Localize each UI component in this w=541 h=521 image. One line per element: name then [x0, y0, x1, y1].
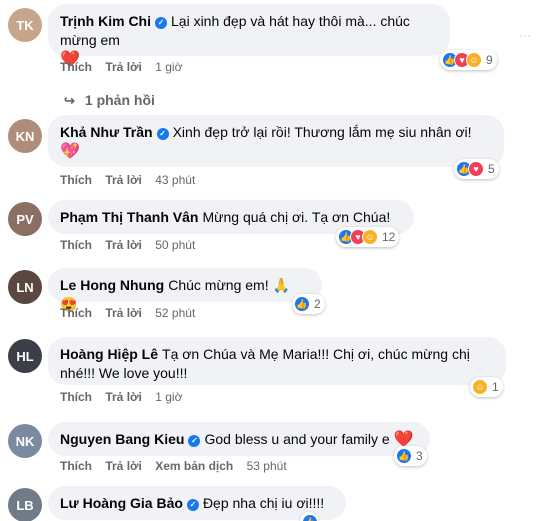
like-button[interactable]: Thích: [60, 60, 92, 74]
comment-actions: Thích Trả lời 1 giờ: [60, 60, 192, 74]
comment-text: Đẹp nha chị iu ơi!!!!: [202, 495, 325, 511]
timestamp[interactable]: 52 phút: [155, 306, 195, 320]
reaction-summary[interactable]: 👍 ♥ ☺ 12: [336, 227, 400, 247]
timestamp[interactable]: 1 giờ: [155, 60, 182, 74]
reaction-count: 1: [492, 380, 499, 394]
comment-author[interactable]: Lư Hoàng Gia Bảo: [60, 495, 183, 511]
like-reaction-icon: 👍: [396, 448, 412, 464]
reply-count: 1 phản hồi: [84, 92, 155, 108]
reply-button[interactable]: Trả lời: [105, 306, 142, 320]
comment-text: God bless u and your family e: [204, 431, 390, 447]
like-button[interactable]: Thích: [60, 306, 92, 320]
like-button[interactable]: Thích: [60, 390, 92, 404]
comment-actions: Thích Trả lời 52 phút: [60, 306, 205, 320]
like-button[interactable]: Thích: [60, 173, 92, 187]
avatar[interactable]: LB: [8, 488, 42, 521]
avatar[interactable]: KN: [8, 119, 42, 153]
reply-button[interactable]: Trả lời: [105, 173, 142, 187]
comment-text: Mừng quá chị ơi. Tạ ơn Chúa!: [202, 209, 391, 225]
timestamp[interactable]: 43 phút: [155, 173, 195, 187]
reaction-count: 3: [416, 449, 423, 463]
like-reaction-icon: 👍: [302, 514, 318, 521]
comment-text: Tạ ơn Chúa và Mẹ Maria!!! Chị ơi, chúc m…: [162, 346, 470, 362]
comment-actions: Thích Trả lời 50 phút: [60, 238, 205, 252]
comment-author[interactable]: Trịnh Kim Chi: [60, 13, 151, 29]
comment-author[interactable]: Hoàng Hiệp Lê: [60, 346, 158, 362]
reply-arrow-icon: ↪: [64, 93, 75, 108]
comment-bubble: Le Hong Nhung Chúc mừng em! 🙏 😍: [48, 268, 322, 312]
like-button[interactable]: Thích: [60, 238, 92, 252]
comment-bubble: Trịnh Kim Chi ✓ Lại xinh đẹp và hát hay th…: [48, 4, 450, 68]
reaction-summary[interactable]: ☺ 1: [470, 377, 503, 397]
verified-badge-icon: ✓: [188, 435, 201, 447]
comment-author[interactable]: Phạm Thị Thanh Vân: [60, 209, 198, 225]
reaction-count: 2: [314, 297, 321, 311]
like-reaction-icon: 👍: [294, 296, 310, 312]
comment-bubble: Hoàng Hiệp Lê Tạ ơn Chúa và Mẹ Maria!!! C…: [48, 337, 506, 385]
reaction-summary[interactable]: 👍 3: [394, 446, 427, 466]
comment-actions: Thích Trả lời Xem bản dịch 53 phút: [60, 459, 297, 473]
verified-badge-icon: ✓: [186, 499, 199, 511]
reaction-summary[interactable]: 👍 2: [292, 294, 325, 314]
care-reaction-icon: ☺: [466, 52, 482, 68]
view-replies-link[interactable]: ↪ 1 phản hồi: [64, 92, 155, 109]
sparkling-heart-emoji-icon: 💖: [60, 143, 80, 160]
care-reaction-icon: ☺: [362, 229, 378, 245]
comment-bubble: Nguyen Bang Kieu ✓ God bless u and your fa…: [48, 422, 430, 456]
reaction-summary[interactable]: 👍 ♥ 5: [454, 159, 499, 179]
comment-author[interactable]: Khả Như Trần: [60, 124, 153, 140]
avatar[interactable]: LN: [8, 270, 42, 304]
timestamp[interactable]: 1 giờ: [155, 390, 182, 404]
timestamp[interactable]: 50 phút: [155, 238, 195, 252]
like-button[interactable]: Thích: [60, 459, 92, 473]
reply-button[interactable]: Trả lời: [105, 390, 142, 404]
avatar[interactable]: TK: [8, 8, 42, 42]
love-reaction-icon: ♥: [468, 161, 484, 177]
translate-button[interactable]: Xem bản dịch: [155, 459, 233, 473]
reaction-count: 5: [488, 162, 495, 176]
comment-text: Chúc mừng em!: [168, 277, 269, 293]
comment-text-line-2: nhé!!! We love you!!!: [60, 365, 188, 381]
reply-button[interactable]: Trả lời: [105, 459, 142, 473]
comment-actions: Thích Trả lời 1 giờ: [60, 390, 192, 404]
reaction-summary[interactable]: 👍 ♥ ☺ 9: [440, 50, 497, 70]
comment-bubble: Khả Như Trần ✓ Xinh đẹp trở lại rồi! Thươn…: [48, 115, 504, 167]
more-options-icon[interactable]: ···: [519, 28, 531, 42]
reaction-count: 9: [486, 53, 493, 67]
timestamp[interactable]: 53 phút: [247, 459, 287, 473]
reply-button[interactable]: Trả lời: [105, 238, 142, 252]
reply-button[interactable]: Trả lời: [105, 60, 142, 74]
comment-text: Xinh đẹp trở lại rồi! Thương lắm mẹ siu …: [172, 124, 472, 140]
comment-author[interactable]: Le Hong Nhung: [60, 277, 164, 293]
verified-badge-icon: ✓: [156, 128, 169, 140]
comment-actions: Thích Trả lời 43 phút: [60, 173, 205, 187]
avatar[interactable]: HL: [8, 339, 42, 373]
comment-author[interactable]: Nguyen Bang Kieu: [60, 431, 184, 447]
care-reaction-icon: ☺: [472, 379, 488, 395]
avatar[interactable]: NK: [8, 424, 42, 458]
verified-badge-icon: ✓: [155, 17, 167, 29]
avatar[interactable]: PV: [8, 202, 42, 236]
reaction-count: 12: [382, 230, 396, 244]
